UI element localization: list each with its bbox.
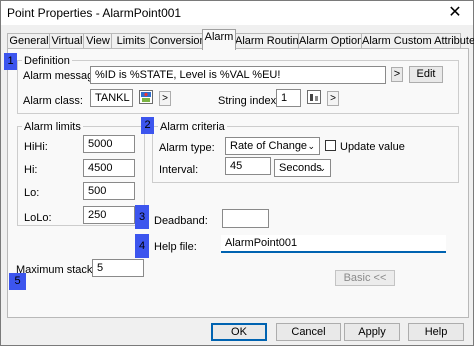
tab-view[interactable]: View bbox=[83, 33, 113, 49]
definition-group-label: Definition bbox=[22, 55, 72, 67]
dialog-window: Point Properties - AlarmPoint001 ✕ Gener… bbox=[0, 0, 474, 346]
update-value-label: Update value bbox=[340, 141, 405, 153]
tab-alarm-custom-attributes[interactable]: Alarm Custom Attributes bbox=[361, 33, 474, 49]
annotation-badge-1: 1 bbox=[4, 53, 17, 70]
string-index-label: String index: bbox=[218, 95, 280, 107]
lo-label: Lo: bbox=[24, 187, 40, 199]
hi-input[interactable]: 4500 bbox=[83, 159, 135, 177]
chevron-down-icon: ⌄ bbox=[307, 141, 315, 151]
interval-unit-select[interactable]: Seconds ⌄ bbox=[274, 159, 331, 177]
tab-general[interactable]: General bbox=[7, 33, 51, 49]
alarm-class-browse-button[interactable]: > bbox=[159, 91, 171, 106]
annotation-badge-5: 5 bbox=[9, 273, 26, 290]
alarm-type-label: Alarm type: bbox=[159, 142, 215, 154]
tab-alarm-routing[interactable]: Alarm Routing bbox=[234, 33, 305, 49]
interval-input[interactable]: 45 bbox=[225, 157, 271, 175]
alarm-type-value: Rate of Change bbox=[230, 140, 308, 152]
annotation-badge-2: 2 bbox=[141, 117, 154, 134]
tab-limits[interactable]: Limits bbox=[111, 33, 151, 49]
tab-conversion[interactable]: Conversion bbox=[149, 33, 206, 49]
lolo-label: LoLo: bbox=[24, 212, 52, 224]
interval-unit-value: Seconds bbox=[279, 162, 322, 174]
alarm-criteria-group-label: Alarm criteria bbox=[158, 121, 227, 133]
string-index-browse-button[interactable]: > bbox=[327, 91, 339, 106]
alarm-class-label: Alarm class: bbox=[23, 95, 83, 107]
alarm-tab-panel: Definition Alarm message: %ID is %STATE,… bbox=[7, 48, 469, 318]
annotation-badge-4: 4 bbox=[135, 234, 149, 258]
help-file-input[interactable]: AlarmPoint001 bbox=[221, 235, 446, 253]
window-title: Point Properties - AlarmPoint001 bbox=[7, 6, 182, 20]
hihi-input[interactable]: 5000 bbox=[83, 135, 135, 153]
alarm-limits-group-label: Alarm limits bbox=[22, 121, 83, 133]
hi-label: Hi: bbox=[24, 164, 38, 176]
update-value-checkbox[interactable] bbox=[325, 140, 336, 151]
lolo-input[interactable]: 250 bbox=[83, 206, 135, 224]
tab-virtual[interactable]: Virtual bbox=[49, 33, 85, 49]
help-button[interactable]: Help bbox=[408, 323, 464, 341]
chevron-down-icon: ⌄ bbox=[318, 163, 326, 173]
alarm-type-select[interactable]: Rate of Change ⌄ bbox=[225, 137, 320, 155]
deadband-input[interactable] bbox=[222, 209, 269, 228]
interval-label: Interval: bbox=[159, 164, 199, 176]
lo-input[interactable]: 500 bbox=[83, 182, 135, 200]
alarm-message-browse-button[interactable]: > bbox=[391, 67, 403, 82]
basic-button[interactable]: Basic << bbox=[335, 270, 395, 286]
cancel-button[interactable]: Cancel bbox=[276, 323, 341, 341]
string-index-input[interactable]: 1 bbox=[276, 89, 301, 107]
edit-button[interactable]: Edit bbox=[409, 66, 443, 83]
alarm-message-input[interactable]: %ID is %STATE, Level is %VAL %EU! bbox=[90, 66, 386, 84]
alarm-class-input[interactable]: TANKL bbox=[90, 89, 133, 107]
maximum-stacked-input[interactable]: 5 bbox=[92, 259, 144, 277]
apply-button[interactable]: Apply bbox=[344, 323, 400, 341]
title-bar: Point Properties - AlarmPoint001 ✕ bbox=[1, 1, 473, 25]
hihi-label: HiHi: bbox=[24, 141, 48, 153]
string-index-picker-icon[interactable] bbox=[307, 90, 321, 104]
alarm-class-picker-icon[interactable] bbox=[139, 90, 153, 104]
tab-alarm[interactable]: Alarm bbox=[202, 29, 236, 50]
close-icon[interactable]: ✕ bbox=[445, 3, 465, 23]
tab-alarm-options[interactable]: Alarm Options bbox=[298, 33, 369, 49]
ok-button[interactable]: OK bbox=[211, 323, 267, 341]
deadband-label: Deadband: bbox=[154, 215, 208, 227]
help-file-label: Help file: bbox=[154, 241, 197, 253]
annotation-badge-3: 3 bbox=[135, 205, 149, 229]
